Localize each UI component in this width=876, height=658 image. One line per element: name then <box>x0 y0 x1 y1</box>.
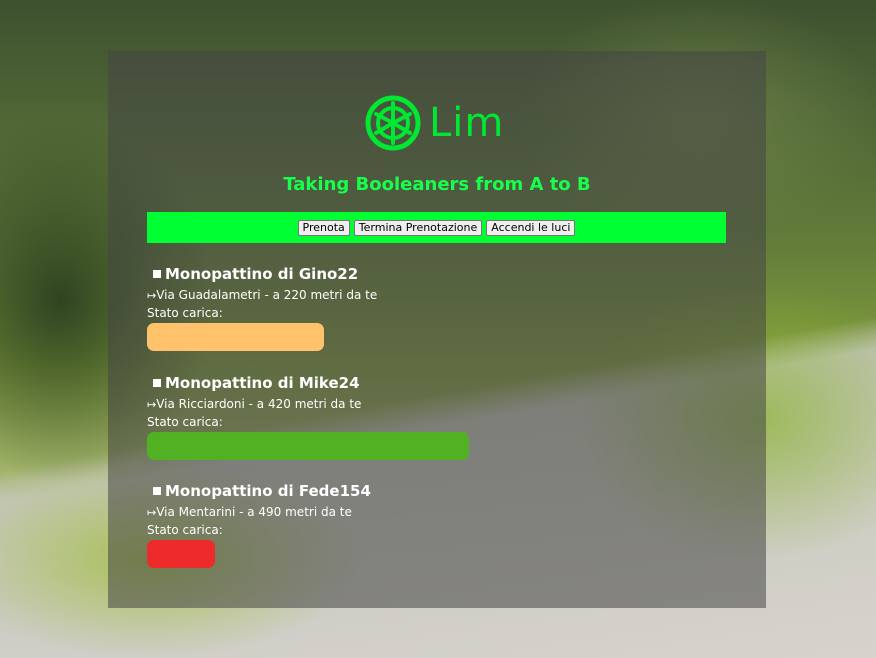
arrow-right-icon: ↦ <box>147 289 157 302</box>
arrow-right-icon: ↦ <box>147 506 157 519</box>
scooter-title: Monopattino di Gino22 <box>165 265 359 283</box>
action-toolbar: Prenota Termina Prenotazione Accendi le … <box>147 212 726 243</box>
scooter-item[interactable]: Monopattino di Gino22 ↦Via Guadalametri … <box>147 264 377 351</box>
scooter-title: Monopattino di Fede154 <box>165 482 371 500</box>
charge-bar <box>147 323 324 351</box>
book-button[interactable]: Prenota <box>297 219 350 236</box>
arrow-right-icon: ↦ <box>147 398 157 411</box>
charge-status-label: Stato carica: <box>147 523 223 537</box>
square-bullet-icon <box>153 487 161 495</box>
brand-logo: Lim <box>365 91 505 155</box>
scooter-item[interactable]: Monopattino di Mike24 ↦Via Ricciardoni -… <box>147 373 469 460</box>
scooter-item[interactable]: Monopattino di Fede154 ↦Via Mentarini - … <box>147 481 371 568</box>
page-tagline: Taking Booleaners from A to B <box>283 174 591 195</box>
scooter-address: Via Mentarini - a 490 metri da te <box>156 505 352 519</box>
charge-status-label: Stato carica: <box>147 306 223 320</box>
lime-wheel-icon <box>365 95 421 151</box>
square-bullet-icon <box>153 379 161 387</box>
turn-on-lights-button[interactable]: Accendi le luci <box>486 219 576 236</box>
logo-wordmark: Lim <box>429 100 505 146</box>
charge-status-label: Stato carica: <box>147 415 223 429</box>
scooter-title: Monopattino di Mike24 <box>165 374 360 392</box>
scooter-address: Via Guadalametri - a 220 metri da te <box>156 288 378 302</box>
scooter-address: Via Ricciardoni - a 420 metri da te <box>156 397 362 411</box>
charge-bar <box>147 432 469 460</box>
square-bullet-icon <box>153 270 161 278</box>
charge-bar <box>147 540 215 568</box>
end-booking-button[interactable]: Termina Prenotazione <box>353 219 483 236</box>
content-panel: Lim Taking Booleaners from A to B Prenot… <box>108 51 766 608</box>
